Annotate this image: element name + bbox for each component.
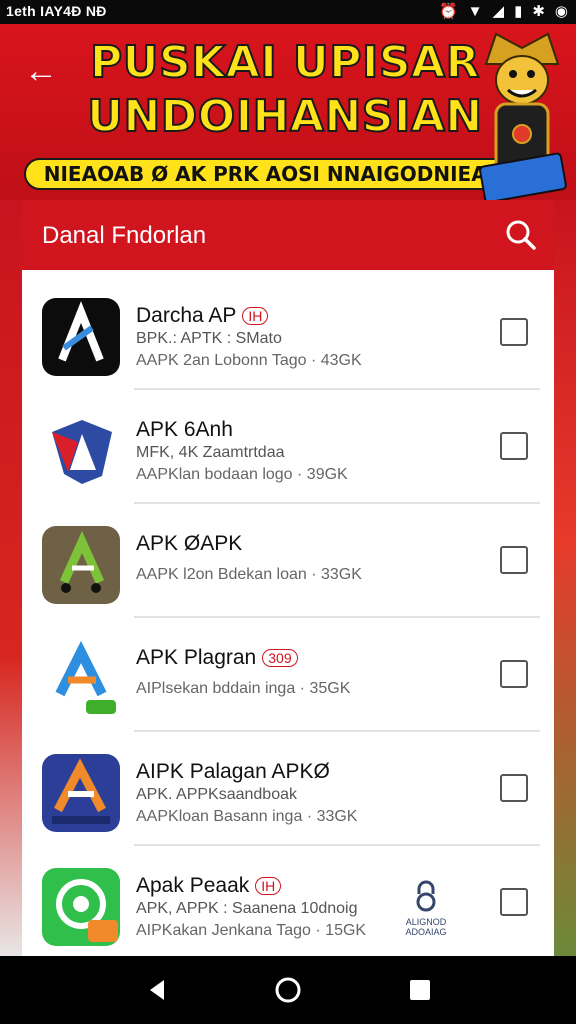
app-badge: IH (255, 877, 282, 896)
app-name: Darcha AP IH (136, 304, 269, 328)
app-meta-primary: APK, APPK : Saanena 10dnoig (136, 900, 358, 917)
app-checkbox[interactable] (500, 318, 528, 346)
alarm-icon: ⏰ (438, 3, 458, 20)
search-icon[interactable] (502, 216, 540, 254)
app-row[interactable]: APK 6Anh MFK, 4K Zaamtrtdaa AAPKlan boda… (22, 390, 554, 504)
wifi-icon: ▼ (467, 3, 483, 20)
app-icon (42, 412, 120, 490)
app-meta-secondary: AAPK 2an Lobonn Tago · 43GK (136, 352, 362, 369)
battery-icon: ▮ (514, 3, 523, 20)
app-icon (42, 754, 120, 832)
app-checkbox[interactable] (500, 660, 528, 688)
banner-headline: PUSKAI UPISAR UNDOIHANSIAN (70, 36, 500, 144)
app-meta-primary: BPK.: APTK : SMato (136, 330, 282, 347)
app-badge: 309 (262, 649, 298, 668)
network-icon: ◉ (554, 3, 568, 20)
nav-back-icon[interactable] (142, 974, 174, 1006)
app-checkbox[interactable] (500, 546, 528, 574)
app-list-card: Danal Fndorlan Darcha AP IH BPK.: APTK : … (22, 200, 554, 956)
app-icon (42, 298, 120, 376)
app-meta-secondary: AAPKlan bodaan logo · 39GK (136, 466, 348, 483)
status-bar: 1eth IAY4Ð NÐ ⏰ ▼ ◢ ▮ ✱ ◉ (0, 0, 576, 24)
signal-icon: ◢ (492, 3, 505, 20)
banner-headline-line2: UNDOIHANSIAN (86, 90, 483, 143)
navigation-bar (0, 956, 576, 1024)
nav-home-icon[interactable] (272, 974, 304, 1006)
status-icons: ⏰ ▼ ◢ ▮ ✱ ◉ (439, 2, 568, 22)
banner-subline: NIEAOAB Ø AK PRK AOSI NNAIGODNIEAWG (24, 158, 544, 190)
app-name: Apak Peaak IH (136, 874, 282, 898)
app-checkbox[interactable] (500, 432, 528, 460)
app-row[interactable]: AIPK Palagan APKØ APK. APPKsaandboak AAP… (22, 732, 554, 846)
app-row[interactable]: APK ØAPK AAPK l2on Bdekan loan · 33GK (22, 504, 554, 618)
lock-widget[interactable]: ALIGNOD ADOAIAG (394, 880, 458, 940)
settings-icon: ✱ (532, 3, 545, 20)
banner-headline-line1: PUSKAI UPISAR (89, 36, 480, 89)
app-badge: IH (242, 307, 269, 326)
lock-icon (416, 880, 436, 912)
app-name: APK Plagran 309 (136, 646, 298, 670)
app-row[interactable]: Darcha AP IH BPK.: APTK : SMato AAPK 2an … (22, 276, 554, 390)
lock-label-line1: ALIGNOD (405, 917, 447, 927)
status-time: 1eth IAY4Ð NÐ (6, 3, 107, 19)
app-name: APK ØAPK (136, 532, 243, 555)
back-arrow-icon[interactable]: ← (24, 54, 58, 88)
app-meta-secondary: AAPKloan Basann inga · 33GK (136, 808, 358, 825)
app-name: APK 6Anh (136, 418, 233, 441)
app-name: AIPK Palagan APKØ (136, 760, 330, 783)
promo-banner: ← PUSKAI UPISAR UNDOIHANSIAN NIEAOAB Ø A… (0, 24, 576, 200)
app-meta-primary: APK. APPKsaandboak (136, 786, 297, 803)
card-title: Danal Fndorlan (42, 222, 207, 249)
card-header: Danal Fndorlan (22, 200, 554, 270)
app-icon (42, 868, 120, 946)
app-meta-primary: MFK, 4K Zaamtrtdaa (136, 444, 285, 461)
app-icon (42, 526, 120, 604)
mascot-illustration (479, 32, 567, 200)
app-meta-secondary: AIPKakan Jenkana Tago · 15GK (136, 922, 367, 939)
lock-label-line2: ADOAIAG (405, 927, 447, 937)
app-checkbox[interactable] (500, 888, 528, 916)
app-icon (42, 640, 120, 718)
app-row[interactable]: Apak Peaak IH APK, APPK : Saanena 10dnoig… (22, 846, 554, 956)
app-meta-secondary: AAPK l2on Bdekan loan · 33GK (136, 566, 362, 583)
app-row[interactable]: APK Plagran 309 AIPlsekan bddain inga · 3… (22, 618, 554, 732)
nav-recents-icon[interactable] (404, 974, 436, 1006)
app-meta-secondary: AIPlsekan bddain inga · 35GK (136, 680, 351, 697)
app-checkbox[interactable] (500, 774, 528, 802)
